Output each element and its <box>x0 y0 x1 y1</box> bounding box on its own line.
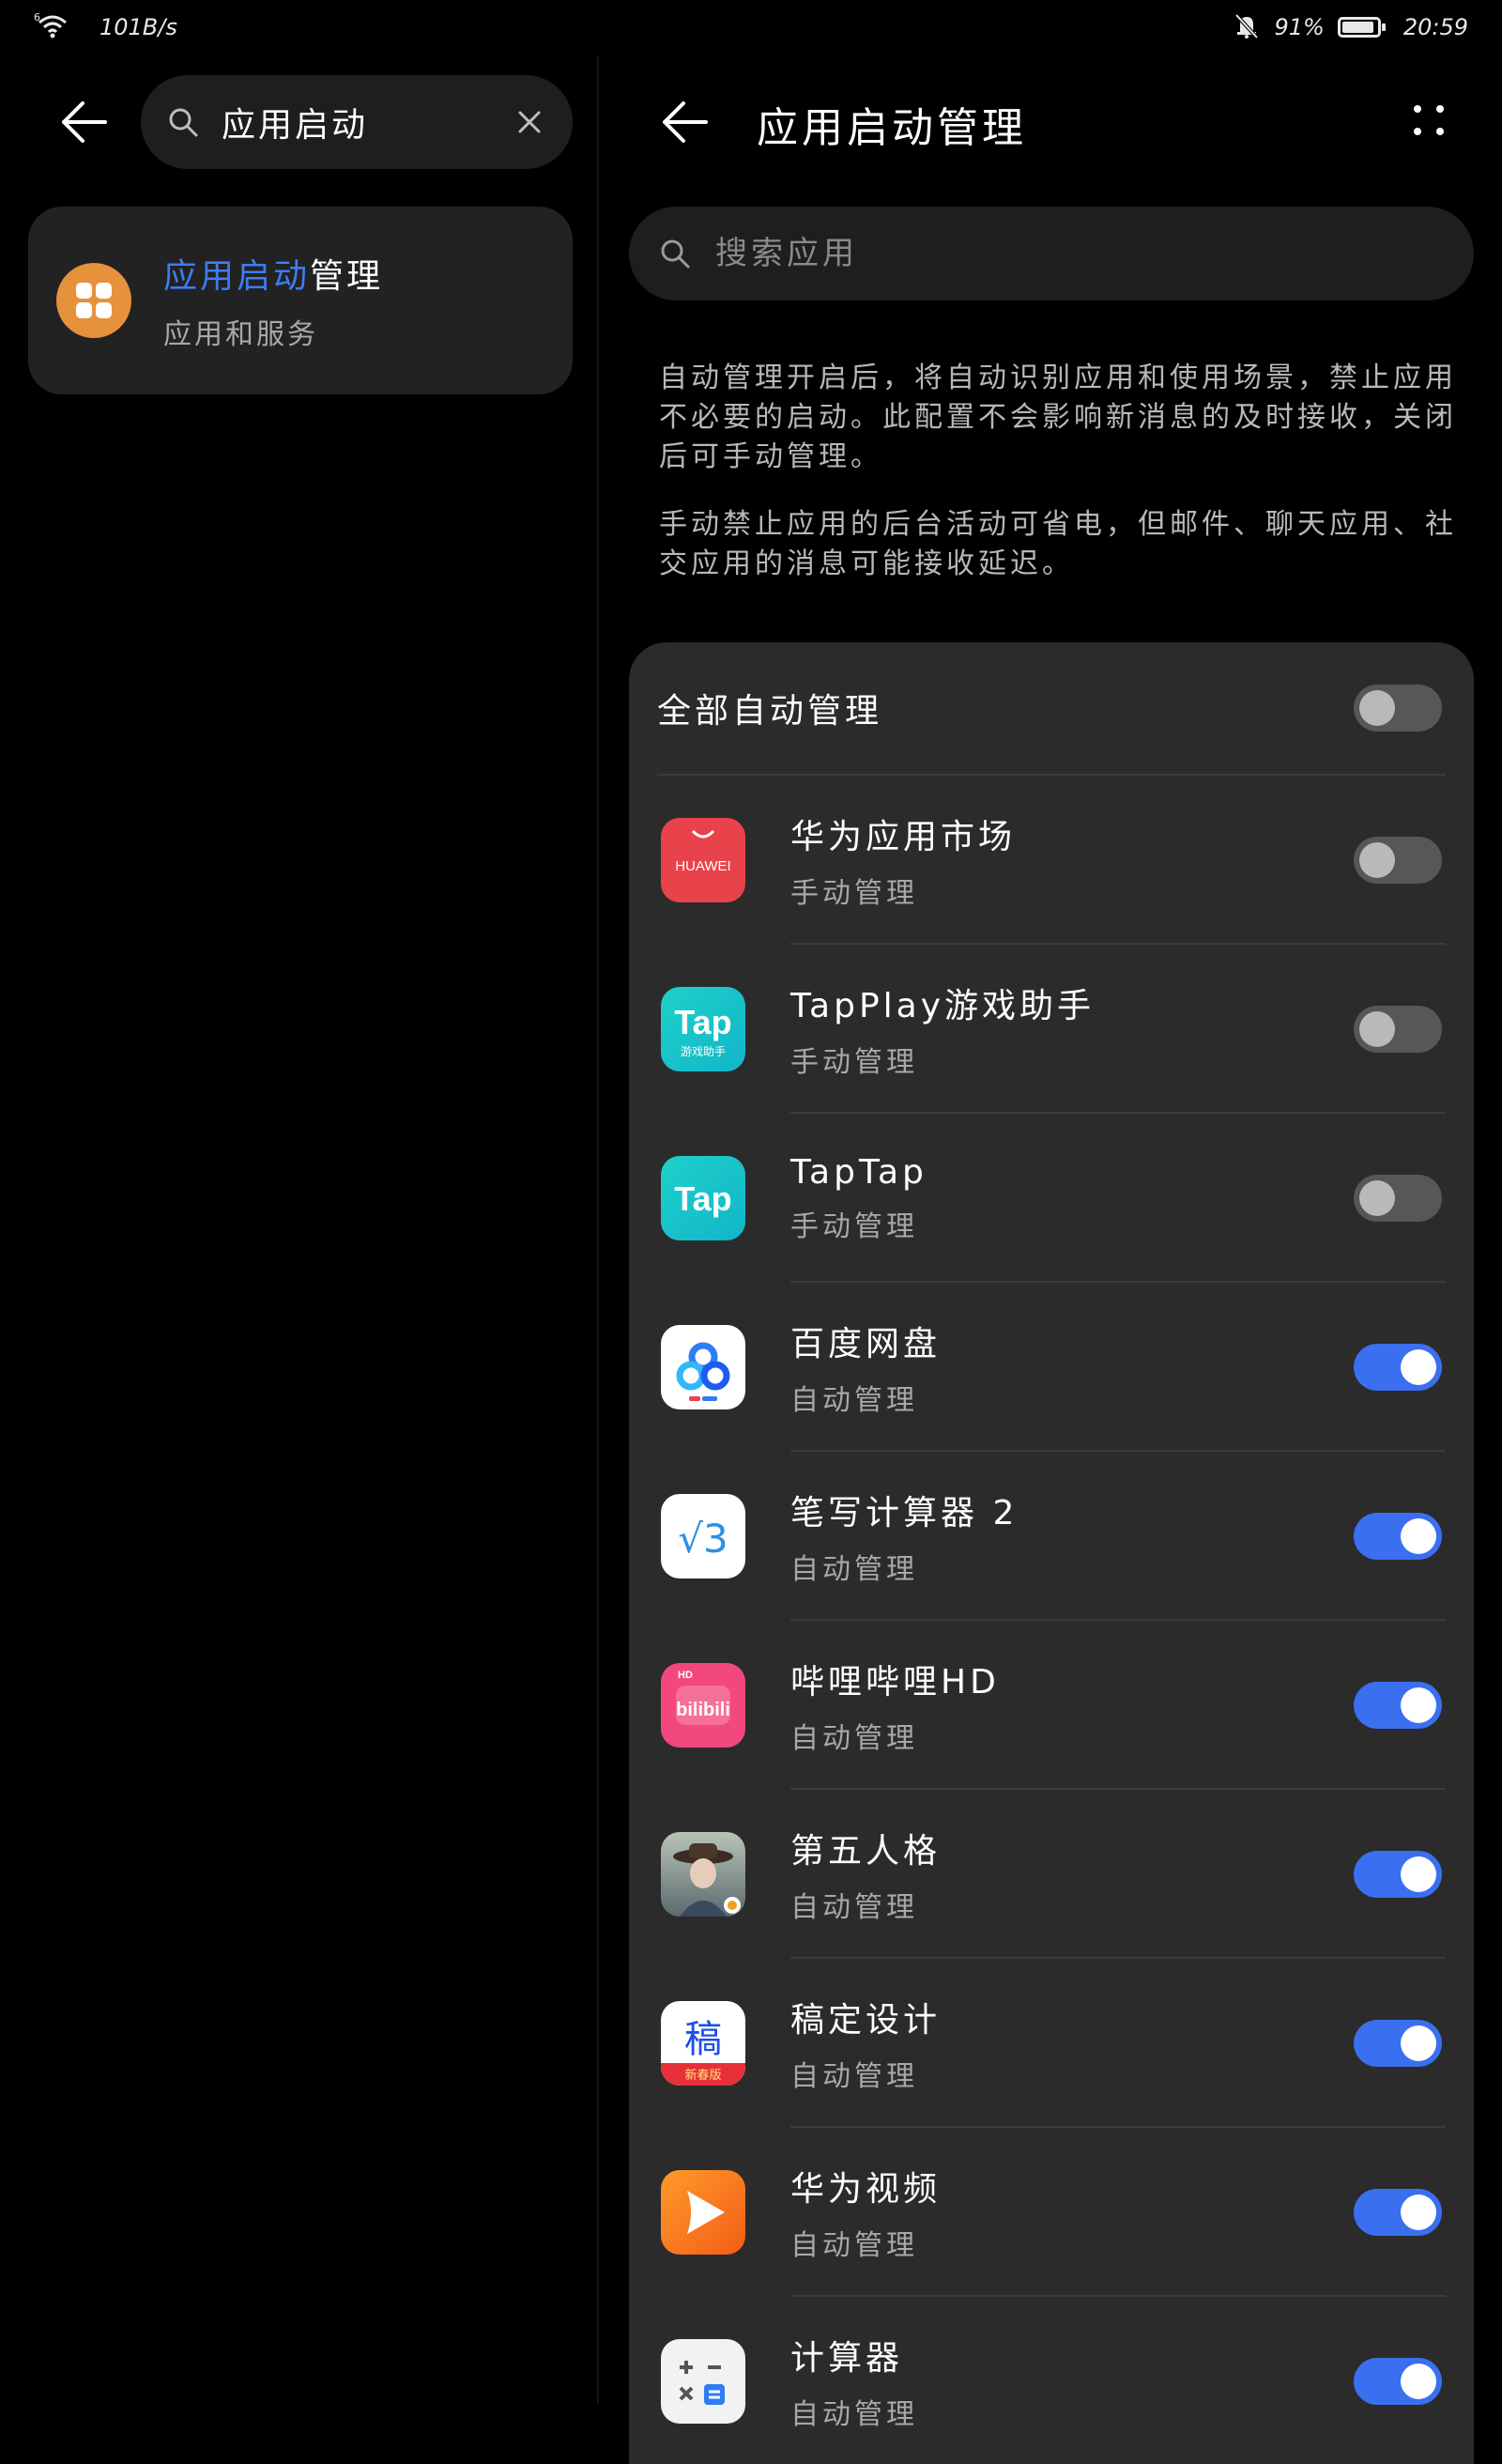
apps-icon <box>56 263 131 338</box>
app-auto-manage-toggle[interactable] <box>1354 2358 1442 2405</box>
app-name: 笔写计算器 2 <box>790 1494 1019 1532</box>
arrow-left-icon <box>663 101 708 143</box>
app-status: 自动管理 <box>790 1722 918 1755</box>
result-title-rest: 管理 <box>310 257 384 296</box>
app-row[interactable]: Tap TapTap 手动管理 <box>629 1114 1474 1283</box>
result-subtitle: 应用和服务 <box>163 318 318 351</box>
app-row[interactable]: 华为视频 自动管理 <box>629 2128 1474 2297</box>
app-status: 自动管理 <box>790 1553 918 1586</box>
app-search-field[interactable] <box>629 207 1474 300</box>
app-name: 哔哩哔哩HD <box>790 1663 1000 1702</box>
search-query[interactable]: 应用启动 <box>222 98 513 146</box>
app-auto-manage-toggle[interactable] <box>1354 1851 1442 1898</box>
app-auto-manage-toggle[interactable] <box>1354 2020 1442 2067</box>
app-row[interactable]: 稿新春版 稿定设计自动管理 <box>629 1959 1474 2128</box>
mute-bell-icon <box>1233 11 1261 43</box>
taptap-icon: Tap <box>661 1156 745 1240</box>
pen-calculator-icon: √3 <box>661 1494 745 1578</box>
network-speed: 101B/s <box>100 14 177 40</box>
identity-v-icon <box>661 1832 745 1917</box>
app-auto-manage-toggle[interactable] <box>1354 1682 1442 1729</box>
app-status: 自动管理 <box>790 2229 918 2262</box>
app-auto-manage-toggle[interactable] <box>1354 2189 1442 2236</box>
battery-icon <box>1337 17 1386 38</box>
tapplay-icon-sub: 游戏助手 <box>681 1045 726 1058</box>
app-row[interactable]: √3 笔写计算器 2 自动管理 <box>629 1452 1474 1621</box>
app-name: 华为应用市场 <box>790 818 1017 856</box>
back-button-right[interactable] <box>655 92 715 152</box>
tapplay-icon-text: Tap <box>674 1003 731 1041</box>
search-results-pane: 应用启动 应用启动管理 应用和服务 <box>0 56 597 2404</box>
bilibili-hd-icon: bilibili HD <box>661 1663 745 1748</box>
app-name: TapPlay游戏助手 <box>790 987 1096 1025</box>
app-name: 第五人格 <box>790 1832 942 1871</box>
app-auto-manage-toggle[interactable] <box>1354 1513 1442 1560</box>
wifi-icon: 6 <box>34 11 71 43</box>
app-auto-manage-toggle[interactable] <box>1354 837 1442 884</box>
battery-percent: 91% <box>1274 14 1325 40</box>
calc-icon-text: √3 <box>678 1516 728 1562</box>
result-title-highlight: 应用启动 <box>163 257 311 296</box>
more-options-button[interactable] <box>1399 90 1459 150</box>
status-bar: 6 101B/s 91% 20:59 <box>0 0 1502 56</box>
app-name: 计算器 <box>790 2339 904 2378</box>
app-status: 自动管理 <box>790 2060 918 2093</box>
app-name: 稿定设计 <box>790 2001 942 2040</box>
app-row[interactable]: 百度网盘 自动管理 <box>629 1283 1474 1452</box>
app-name: 百度网盘 <box>790 1325 942 1363</box>
result-title: 应用启动管理 <box>163 249 383 298</box>
gaoding-design-icon: 稿新春版 <box>661 2001 745 2086</box>
app-launch-pane: 应用启动管理 自动管理开启后，将自动识别应用和使用场景，禁止应用不必要的启动。此… <box>599 56 1502 2464</box>
auto-manage-description: 自动管理开启后，将自动识别应用和使用场景，禁止应用不必要的启动。此配置不会影响新… <box>659 362 1457 473</box>
huawei-icon-text: HUAWEI <box>675 858 730 874</box>
app-status: 手动管理 <box>790 1209 918 1243</box>
all-auto-manage-row[interactable]: 全部自动管理 <box>629 642 1474 774</box>
app-status: 手动管理 <box>790 877 918 910</box>
back-button[interactable] <box>54 92 115 152</box>
clock: 20:59 <box>1402 14 1468 40</box>
page-title: 应用启动管理 <box>757 104 1027 152</box>
app-auto-manage-toggle[interactable] <box>1354 1344 1442 1391</box>
app-list: HUAWEI 华为应用市场 手动管理 Tap 游戏助手 TapPlay游戏助手 手动管理 Ta… <box>629 776 1474 2464</box>
manual-manage-note: 手动禁止应用的后台活动可省电，但邮件、聊天应用、社交应用的消息可能接收延迟。 <box>659 508 1457 580</box>
app-status: 自动管理 <box>790 1891 918 1924</box>
search-result-item[interactable]: 应用启动管理 应用和服务 <box>28 207 573 394</box>
app-name: 华为视频 <box>790 2170 942 2209</box>
huawei-appgallery-icon: HUAWEI <box>661 818 745 902</box>
gaoding-icon-sub: 新春版 <box>684 2068 721 2083</box>
app-row[interactable]: Tap 游戏助手 TapPlay游戏助手手动管理 <box>629 945 1474 1114</box>
search-icon <box>169 108 198 137</box>
app-row[interactable]: HUAWEI 华为应用市场手动管理 <box>629 776 1474 945</box>
gaoding-icon-text: 稿 <box>684 2018 722 2061</box>
huawei-video-icon <box>661 2170 745 2255</box>
app-row[interactable]: bilibili HD 哔哩哔哩HD 自动管理 <box>629 1621 1474 1790</box>
app-name: TapTap <box>790 1152 927 1192</box>
app-status: 手动管理 <box>790 1046 918 1079</box>
bilibili-icon-text: bilibili <box>676 1700 730 1720</box>
tapplay-icon: Tap 游戏助手 <box>661 987 745 1071</box>
all-auto-manage-label: 全部自动管理 <box>657 692 883 731</box>
all-auto-manage-toggle[interactable] <box>1354 685 1442 732</box>
app-auto-manage-toggle[interactable] <box>1354 1006 1442 1053</box>
baidu-netdisk-icon <box>661 1325 745 1409</box>
app-search-input[interactable] <box>713 234 1431 273</box>
app-status: 自动管理 <box>790 1384 918 1417</box>
app-status: 自动管理 <box>790 2398 918 2431</box>
taptap-icon-text: Tap <box>674 1179 731 1218</box>
calculator-icon <box>661 2339 745 2424</box>
search-icon <box>661 239 690 269</box>
bilibili-icon-badge: HD <box>678 1670 693 1681</box>
app-auto-manage-toggle[interactable] <box>1354 1175 1442 1222</box>
more-dots-icon <box>1414 105 1444 135</box>
settings-search-field[interactable]: 应用启动 <box>141 75 573 169</box>
arrow-left-icon <box>62 101 107 143</box>
app-row[interactable]: 第五人格 自动管理 <box>629 1790 1474 1959</box>
app-list-card: 全部自动管理 HUAWEI 华为应用市场手动管理 Tap 游戏助手 TapPlay游戏助… <box>629 642 1474 2464</box>
app-row[interactable]: 计算器 自动管理 <box>629 2297 1474 2464</box>
close-icon[interactable] <box>513 105 546 139</box>
